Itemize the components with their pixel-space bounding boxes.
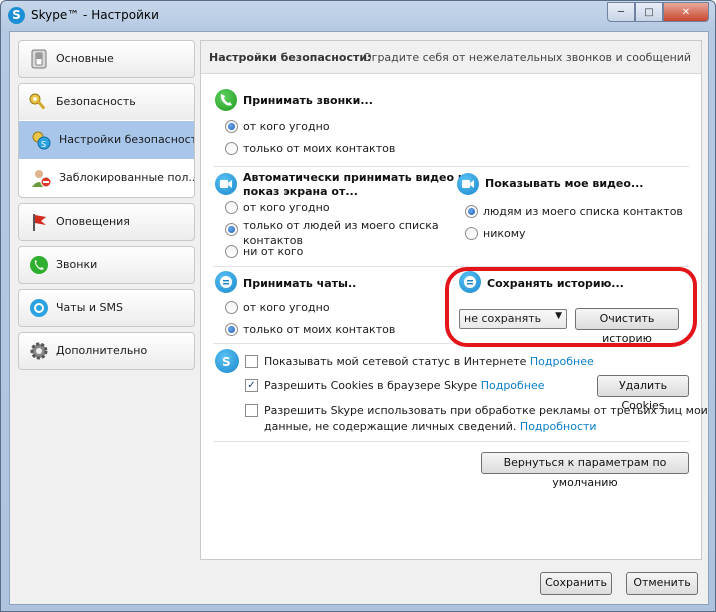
skype-logo-icon: S — [8, 7, 25, 24]
sidebar-item-calls[interactable]: Звонки — [18, 246, 195, 284]
allow-cookies-checkbox[interactable]: ✓ Разрешить Cookies в браузере Skype Под… — [245, 379, 545, 392]
radio-label: от кого угодно — [243, 201, 330, 214]
skype-shield-icon: S — [215, 349, 239, 373]
checkbox-label-line2: данные, не содержащие личных сведений. — [264, 420, 517, 433]
gear-icon — [28, 340, 50, 362]
radio-label: только от моих контактов — [243, 142, 396, 155]
radio-indicator — [225, 301, 238, 314]
radio-label-line1: только от людей из моего списка — [243, 219, 439, 232]
radio-indicator — [225, 142, 238, 155]
radio-indicator — [225, 201, 238, 214]
radio-indicator — [465, 227, 478, 240]
chat-bubble-icon — [28, 297, 50, 319]
ads-data-checkbox[interactable]: Разрешить Skype использовать при обработ… — [245, 403, 708, 435]
minimize-button[interactable]: ─ — [607, 2, 635, 22]
radio-indicator — [225, 223, 238, 236]
radio-indicator — [225, 323, 238, 336]
radio-label: ни от кого — [243, 245, 304, 258]
radio-label: только от людей из моего списка контактов — [243, 218, 439, 248]
blocked-user-icon — [30, 167, 52, 189]
phone-icon — [28, 254, 50, 276]
radio-label: никому — [483, 227, 526, 240]
sidebar-item-label: Безопасность — [56, 95, 136, 108]
title-bar: S Skype™ - Настройки ─ □ ✕ — [1, 1, 715, 31]
radio-label: от кого угодно — [243, 120, 330, 133]
switch-icon — [28, 48, 50, 70]
radio-indicator — [225, 245, 238, 258]
show-status-checkbox[interactable]: Показывать мой сетевой статус в Интернет… — [245, 355, 594, 368]
sidebar-item-label: Дополнительно — [56, 344, 148, 357]
radio-label: от кого угодно — [243, 301, 330, 314]
cancel-button[interactable]: Отменить — [626, 572, 698, 595]
panel-header: Настройки безопасности: Оградите себя от… — [201, 41, 701, 74]
chats-contacts-radio[interactable]: только от моих контактов — [225, 323, 395, 336]
sidebar-item-security[interactable]: Безопасность — [19, 84, 194, 120]
video-anyone-radio[interactable]: от кого угодно — [225, 201, 330, 214]
checkbox-indicator: ✓ — [245, 379, 258, 392]
cookies-more-link[interactable]: Подробнее — [481, 379, 545, 392]
video-auto-title-line2: показ экрана от... — [243, 185, 358, 198]
show-video-title: Показывать мое видео... — [485, 177, 644, 190]
checkbox-indicator — [245, 355, 258, 368]
checkbox-label: Показывать мой сетевой статус в Интернет… — [264, 355, 527, 368]
phone-icon — [215, 89, 237, 111]
calls-contacts-radio[interactable]: только от моих контактов — [225, 142, 395, 155]
sidebar-item-notifications[interactable]: Оповещения — [18, 203, 195, 241]
chat-bubble-icon — [215, 271, 237, 293]
video-contacts-radio[interactable]: только от людей из моего списка контактов — [225, 218, 439, 248]
close-button[interactable]: ✕ — [663, 2, 709, 22]
window-title: Skype™ - Настройки — [31, 8, 159, 22]
radio-indicator — [465, 205, 478, 218]
save-button[interactable]: Сохранить — [540, 572, 612, 595]
radio-label: людям из моего списка контактов — [483, 205, 683, 218]
ads-details-link[interactable]: Подробности — [520, 420, 597, 433]
sidebar-item-general[interactable]: Основные — [18, 40, 195, 78]
sidebar-group-security: Безопасность S Настройки безопасности За… — [18, 83, 195, 198]
panel-subtitle: Оградите себя от нежелательных звонков и… — [363, 51, 692, 64]
svg-text:S: S — [41, 140, 46, 149]
video-camera-icon — [457, 173, 479, 195]
video-auto-title-line1: Автоматически принимать видео и — [243, 171, 466, 184]
calls-title: Принимать звонки... — [243, 94, 373, 107]
video-nobody-radio[interactable]: ни от кого — [225, 245, 303, 258]
sidebar-item-chats-sms[interactable]: Чаты и SMS — [18, 289, 195, 327]
chats-anyone-radio[interactable]: от кого угодно — [225, 301, 330, 314]
calls-anyone-radio[interactable]: от кого угодно — [225, 120, 330, 133]
divider — [213, 166, 689, 167]
sidebar-item-advanced[interactable]: Дополнительно — [18, 332, 195, 370]
checkbox-label: Разрешить Cookies в браузере Skype — [264, 379, 478, 392]
sidebar-item-label: Заблокированные пол... — [59, 171, 195, 184]
show-video-nobody-radio[interactable]: никому — [465, 227, 526, 240]
sidebar-item-label: Оповещения — [56, 215, 130, 228]
flag-icon — [28, 211, 50, 233]
delete-cookies-button[interactable]: Удалить Cookies — [597, 375, 689, 412]
keys-icon — [27, 91, 49, 113]
checkbox-label: Разрешить Skype использовать при обработ… — [264, 403, 708, 435]
sidebar-item-security-settings[interactable]: S Настройки безопасности — [19, 121, 194, 159]
sidebar-item-label: Чаты и SMS — [56, 301, 123, 314]
chats-title: Принимать чаты.. — [243, 277, 357, 290]
status-more-link[interactable]: Подробнее — [530, 355, 594, 368]
sidebar-item-label: Настройки безопасности — [59, 133, 195, 146]
window-controls: ─ □ ✕ — [607, 2, 709, 22]
checkbox-label-line1: Разрешить Skype использовать при обработ… — [264, 404, 708, 417]
sidebar-item-label: Основные — [56, 52, 114, 65]
reset-defaults-button[interactable]: Вернуться к параметрам по умолчанию — [481, 452, 689, 489]
radio-indicator — [225, 120, 238, 133]
show-video-contacts-radio[interactable]: людям из моего списка контактов — [465, 205, 683, 218]
keys-shield-icon: S — [30, 129, 52, 151]
maximize-button[interactable]: □ — [635, 2, 663, 22]
sidebar-item-blocked-users[interactable]: Заблокированные пол... — [19, 159, 194, 197]
svg-text:S: S — [222, 355, 231, 368]
sidebar-item-label: Звонки — [56, 258, 98, 271]
panel-title: Настройки безопасности: — [209, 51, 372, 64]
divider — [213, 441, 689, 442]
settings-window: S Skype™ - Настройки ─ □ ✕ Основные Безо… — [0, 0, 716, 612]
checkbox-indicator — [245, 404, 258, 417]
radio-label: только от моих контактов — [243, 323, 396, 336]
video-camera-icon — [215, 173, 237, 195]
annotation-highlight-ring — [445, 267, 697, 347]
